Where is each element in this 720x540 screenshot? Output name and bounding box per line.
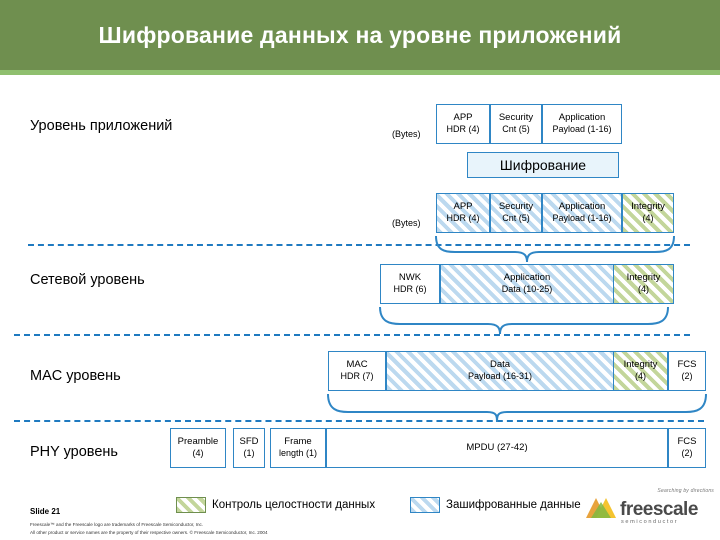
box-phy-fcs: FCS (2) xyxy=(668,428,706,468)
logo-tagline: Searching by directions xyxy=(657,488,714,494)
legend-swatch-encrypted-icon xyxy=(410,497,440,513)
box-phy-frame-length: Frame length (1) xyxy=(270,428,326,468)
box-appenc-payload: Application Payload (1-16) xyxy=(542,193,622,233)
legend-encrypted-label: Зашифрованные данные xyxy=(446,499,581,511)
divider-mac-phy xyxy=(14,420,704,422)
layer-label-application: Уровень приложений xyxy=(30,118,173,134)
box-app-payload: Application Payload (1-16) xyxy=(542,104,622,144)
slide: Шифрование данных на уровне приложений У… xyxy=(0,0,720,540)
box-mac-hdr: MAC HDR (7) xyxy=(328,351,386,391)
box-phy-mpdu: MPDU (27-42) xyxy=(326,428,668,468)
bytes-label-app: (Bytes) xyxy=(392,129,421,139)
legal-line-1: Freescale™ and the Freescale logo are tr… xyxy=(30,522,204,527)
box-phy-sfd: SFD (1) xyxy=(233,428,265,468)
slide-title-bar: Шифрование данных на уровне приложений xyxy=(0,0,720,70)
box-mac-integrity: Integrity (4) xyxy=(614,351,668,391)
divider-nwk-mac xyxy=(14,334,690,336)
logo-subtitle: semiconductor xyxy=(621,519,679,525)
layer-label-network: Сетевой уровень xyxy=(30,272,145,288)
divider-app-nwk xyxy=(28,244,690,246)
box-app-hdr: APP HDR (4) xyxy=(436,104,490,144)
legend-integrity-label: Контроль целостности данных xyxy=(212,499,376,511)
layer-label-mac: MAC уровень xyxy=(30,368,121,384)
box-nwk-appdata: Application Data (10-25) xyxy=(440,264,614,304)
legend-encrypted: Зашифрованные данные xyxy=(410,497,581,513)
box-mac-fcs: FCS (2) xyxy=(668,351,706,391)
legend-integrity: Контроль целостности данных xyxy=(176,497,375,513)
box-appenc-hdr: APP HDR (4) xyxy=(436,193,490,233)
box-nwk-hdr: NWK HDR (6) xyxy=(380,264,440,304)
box-phy-preamble: Preamble (4) xyxy=(170,428,226,468)
title-rule xyxy=(0,70,720,75)
box-mac-payload: Data Payload (16-31) xyxy=(386,351,614,391)
box-app-security-cnt: Security Cnt (5) xyxy=(490,104,542,144)
legend-swatch-integrity-icon xyxy=(176,497,206,513)
freescale-logo: Searching by directions freescale semico… xyxy=(586,488,714,532)
freescale-mark-icon xyxy=(586,498,616,518)
legal-line-2: All other product or service names are t… xyxy=(30,530,268,535)
box-appenc-integrity: Integrity (4) xyxy=(622,193,674,233)
encryption-banner: Шифрование xyxy=(467,152,619,178)
slide-number: Slide 21 xyxy=(30,507,61,516)
box-nwk-integrity: Integrity (4) xyxy=(614,264,674,304)
layer-label-phy: PHY уровень xyxy=(30,444,118,460)
page-title: Шифрование данных на уровне приложений xyxy=(98,21,622,48)
bytes-label-app-enc: (Bytes) xyxy=(392,218,421,228)
box-appenc-security-cnt: Security Cnt (5) xyxy=(490,193,542,233)
logo-wordmark: freescale xyxy=(620,499,698,520)
